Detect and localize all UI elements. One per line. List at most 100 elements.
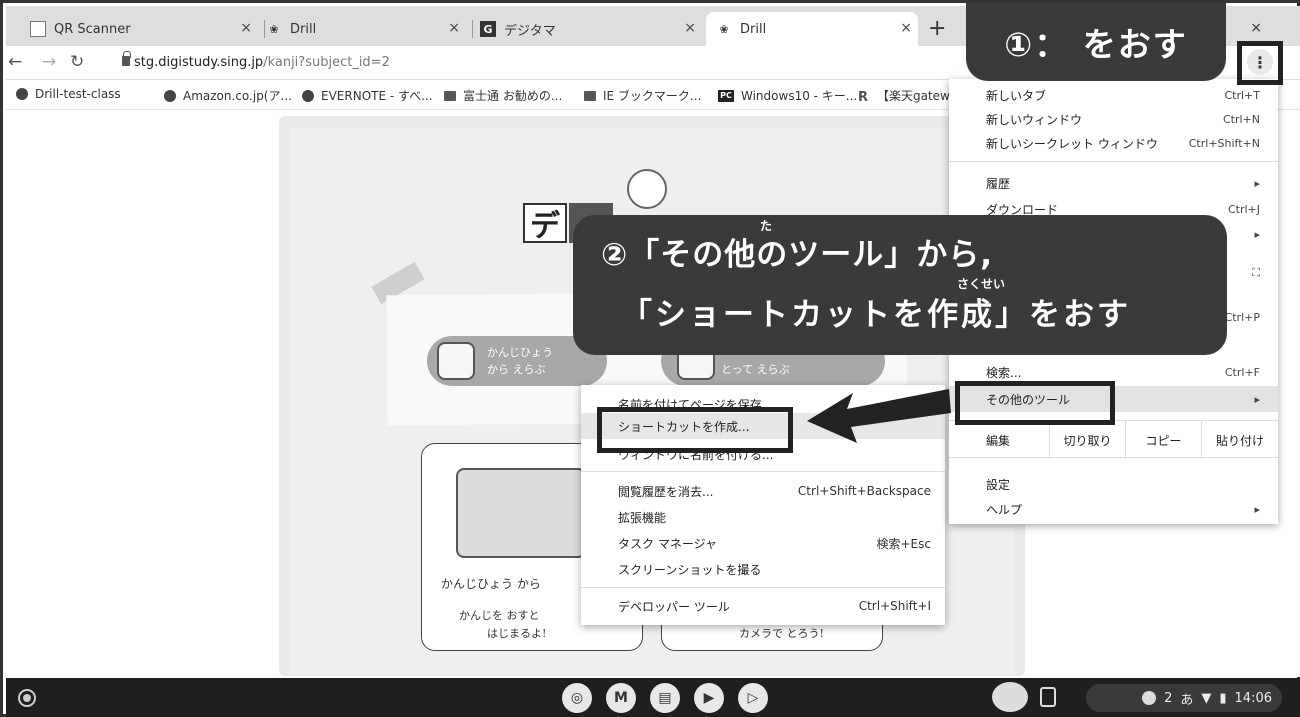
phone-hub-icon[interactable] [1040, 687, 1056, 707]
tab-qr-scanner[interactable]: QR Scanner × [16, 12, 258, 46]
menu-item-screenshot[interactable]: スクリーンショットを撮る [581, 556, 945, 582]
menu-item-extensions[interactable]: 拡張機能 [581, 504, 945, 530]
tab-title: Drill [290, 21, 317, 37]
logo-char: デ [523, 203, 567, 244]
rakuten-icon: R [858, 89, 869, 105]
bookmark-item[interactable]: IE ブックマーク... [584, 87, 701, 104]
drill-icon: ❀ [719, 22, 729, 36]
step2-line2: 「ショートカットを作成」をおす [621, 297, 1131, 333]
paste-button[interactable]: 貼り付け [1201, 421, 1278, 459]
more-tools-highlight-box [955, 381, 1115, 425]
gmail-icon[interactable]: M [606, 683, 636, 713]
tab-title: デジタマ [504, 23, 556, 39]
menu-item-history[interactable]: 履歴 ▸ [949, 171, 1278, 195]
tab-digitama[interactable]: G デジタマ × [480, 12, 702, 46]
create-shortcut-highlight-box [597, 407, 793, 453]
youtube-icon[interactable]: ▶ [694, 683, 724, 713]
step2-callout: た ②「その他のツール」から, さくせい 「ショートカットを作成」をおす [573, 215, 1227, 355]
tab-title: QR Scanner [54, 21, 131, 37]
tab-divider [264, 20, 265, 38]
bookmark-label: Windows10 - キー... [741, 89, 858, 103]
screen-frame: QR Scanner × ❀ Drill × G デジタマ × ❀ Drill … [0, 0, 1300, 717]
ime-indicator: あ [1180, 692, 1194, 708]
battery-icon: ▮ [1219, 690, 1227, 706]
kanji-grid-illustration [456, 468, 586, 558]
menu-button-highlight-box [1237, 41, 1283, 85]
github-icon [16, 88, 28, 100]
bookmark-label: IE ブックマーク... [603, 89, 702, 103]
menu-item-task-manager[interactable]: タスク マネージャ 検索+Esc [581, 530, 945, 556]
pc-icon: PC [718, 89, 734, 102]
bookmark-item[interactable]: PC Windows10 - キー... [718, 87, 857, 104]
card-subtitle: カメラで とろう! [739, 627, 824, 640]
bookmark-item[interactable]: 富士通 お勧めの... [444, 87, 562, 104]
url-path: /kanji?subject_id=2 [263, 55, 390, 70]
github-icon [164, 89, 176, 102]
bookmark-label: EVERNOTE - すべ... [321, 89, 433, 103]
menu-item-settings[interactable]: 設定 [949, 472, 1278, 496]
pill-text: かんじひょう から えらぶ [487, 346, 553, 376]
folder-icon [444, 90, 456, 101]
fullscreen-icon: ⛶ [1252, 266, 1260, 279]
wifi-icon: ▼ [1201, 690, 1212, 706]
drill-icon: ❀ [269, 22, 279, 36]
forward-arrow-icon[interactable]: → [42, 52, 56, 72]
launcher-icon[interactable] [18, 689, 36, 707]
notification-icon [1142, 691, 1157, 705]
tab-drill-active[interactable]: ❀ Drill × [706, 12, 918, 46]
menu-item-developer-tools[interactable]: デベロッパー ツール Ctrl+Shift+I [581, 593, 945, 619]
card-subtitle: はじまるよ! [487, 627, 547, 640]
menu-item-help[interactable]: ヘルプ ▸ [949, 497, 1278, 521]
menu-item-clear-history[interactable]: 閲覧履歴を消去... Ctrl+Shift+Backspace [581, 478, 945, 504]
status-tray[interactable]: 2 あ ▼ ▮ 14:06 [1086, 684, 1282, 712]
close-tab-icon[interactable]: × [684, 20, 696, 36]
edit-label: 編集 [986, 433, 1011, 448]
g-icon: G [480, 21, 496, 37]
card-title: かんじひょう から [441, 577, 541, 591]
docs-icon[interactable]: ▤ [650, 683, 680, 713]
folder-icon [584, 90, 596, 101]
step2-line1: ②「その他のツール」から, [601, 237, 994, 273]
bookmark-item[interactable]: Amazon.co.jp(ア... [164, 87, 292, 104]
menu-item-new-tab[interactable]: 新しいタブ Ctrl+T [949, 83, 1278, 107]
back-arrow-icon[interactable]: ← [8, 52, 22, 72]
account-avatar[interactable] [992, 682, 1028, 712]
pointing-arrow-icon [807, 389, 951, 443]
notification-badge: 2 [1164, 690, 1173, 706]
page-icon [30, 21, 46, 37]
play-icon[interactable]: ▷ [738, 683, 768, 713]
touch-hand-icon [437, 342, 475, 380]
cut-button[interactable]: 切り取り [1049, 421, 1125, 459]
chromeos-shelf: ◎ M ▤ ▶ ▷ 2 あ ▼ ▮ 14:06 [6, 678, 1300, 717]
tab-divider [472, 20, 473, 38]
close-tab-icon[interactable]: × [900, 20, 912, 36]
close-tab-icon[interactable]: × [240, 20, 252, 36]
bookmark-label: 富士通 お勧めの... [463, 89, 563, 103]
reload-icon[interactable]: ↻ [70, 52, 84, 72]
pill-text: とって えらぶ [721, 363, 790, 376]
menu-item-new-window[interactable]: 新しいウィンドウ Ctrl+N [949, 107, 1278, 131]
bookmark-item[interactable]: R 【楽天gatewa [858, 87, 958, 105]
step1-callout: ①： をおす [966, 3, 1226, 81]
close-tab-icon[interactable]: × [448, 20, 460, 36]
tab-title: Drill [740, 21, 767, 37]
copy-button[interactable]: コピー [1125, 421, 1201, 459]
new-tab-button[interactable]: + [928, 16, 946, 41]
edit-row: 編集 切り取り コピー 貼り付け [949, 420, 1278, 459]
card-subtitle: かんじを おすと [459, 609, 540, 622]
tab-drill[interactable]: ❀ Drill × [266, 12, 466, 46]
clock: 14:06 [1234, 690, 1272, 706]
menu-item-incognito[interactable]: 新しいシークレット ウィンドウ Ctrl+Shift+N [949, 131, 1278, 155]
menu-divider [581, 587, 945, 588]
menu-divider [581, 471, 945, 472]
bookmark-item[interactable]: Drill-test-class [16, 87, 121, 101]
menu-divider [949, 161, 1278, 162]
bookmark-item[interactable]: EVERNOTE - すべ... [302, 87, 433, 104]
bookmark-label: 【楽天gatewa [877, 89, 958, 103]
bookmark-label: Amazon.co.jp(ア... [183, 89, 292, 103]
address-input[interactable]: stg.digistudy.sing.jp/kanji?subject_id=2 [134, 55, 390, 70]
github-icon [302, 89, 314, 102]
chrome-icon[interactable]: ◎ [562, 683, 592, 713]
bookmark-label: Drill-test-class [35, 87, 121, 101]
lock-icon [122, 51, 131, 66]
